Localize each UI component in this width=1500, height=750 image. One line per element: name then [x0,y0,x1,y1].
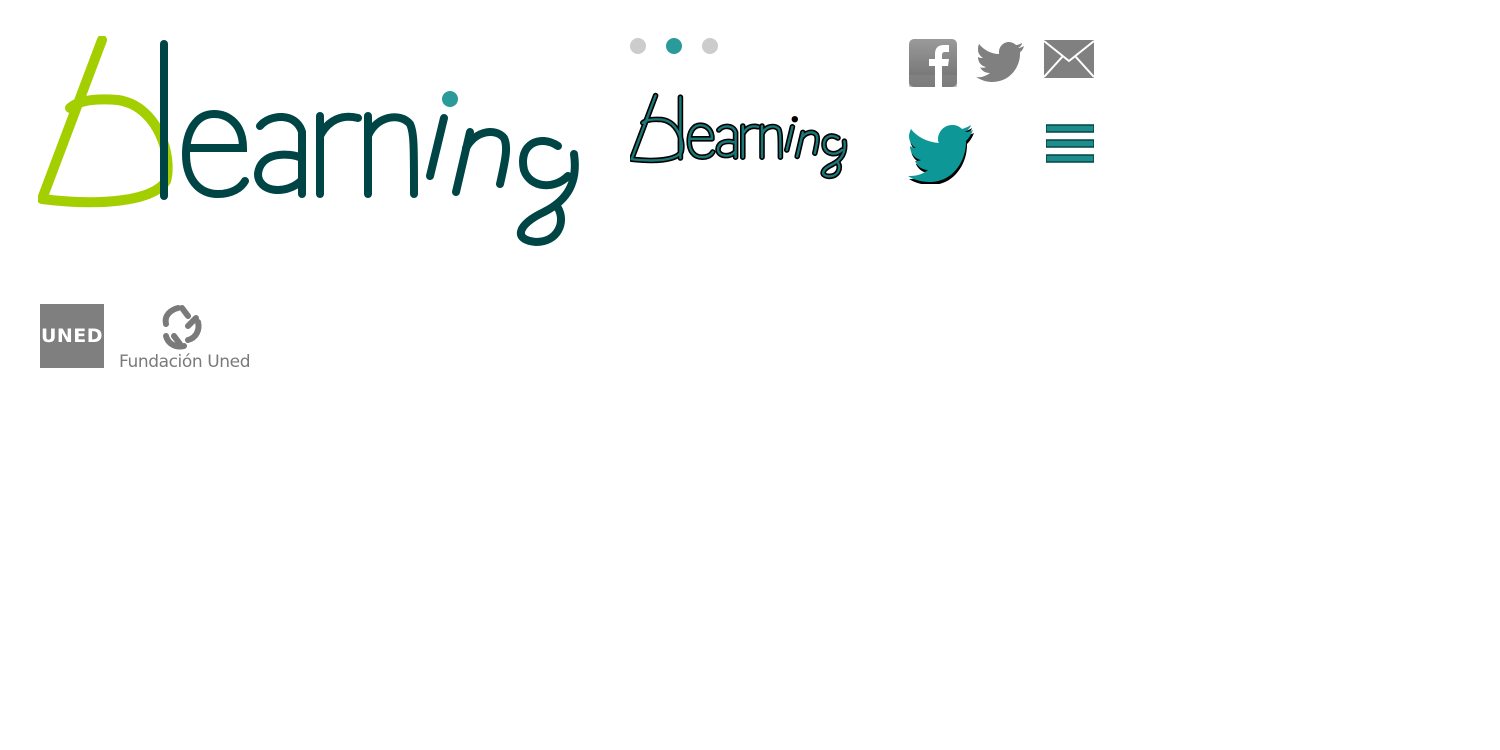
fundacion-uned-symbol-icon [162,305,202,350]
slider-dots [630,38,718,54]
twitter-icon[interactable] [976,40,1026,86]
slider-dot-2[interactable] [666,38,682,54]
fundacion-uned-logo[interactable]: Fundación Uned [118,302,251,372]
uned-logo[interactable]: UNED [40,304,104,368]
fundacion-uned-text: Fundación Uned [119,352,251,372]
hamburger-menu-icon[interactable] [1045,124,1095,164]
uned-logo-text: UNED [40,325,104,347]
blearning-small-logo[interactable] [628,92,854,184]
mail-icon[interactable] [1043,40,1095,78]
blearning-logo[interactable] [37,35,586,250]
slider-dot-1[interactable] [630,38,646,54]
twitter-icon[interactable] [908,124,976,185]
slider-dot-3[interactable] [702,38,718,54]
facebook-icon[interactable] [909,39,957,87]
